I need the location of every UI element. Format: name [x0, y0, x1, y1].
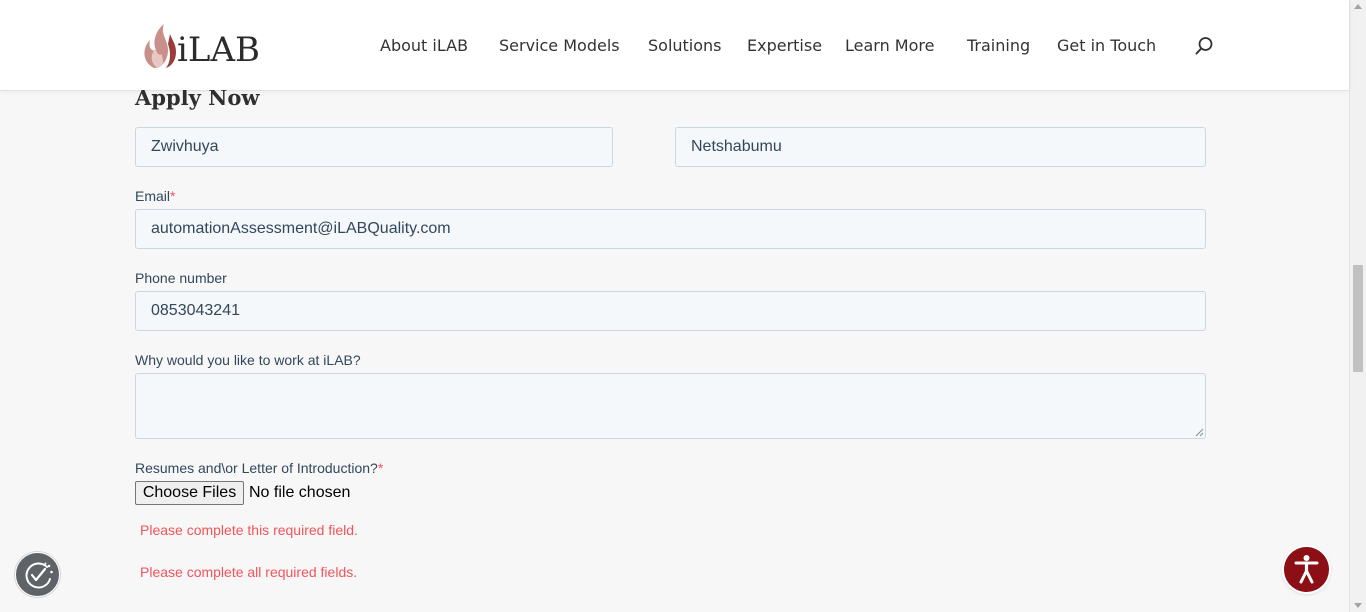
ilab-logo[interactable]: iLAB	[140, 20, 260, 70]
form-error-message: Please complete all required fields.	[140, 564, 358, 580]
resize-grip-icon[interactable]	[1195, 428, 1204, 437]
why-label: Why would you like to work at iLAB?	[135, 352, 361, 368]
site-header: iLAB About iLAB Service Models Solutions…	[0, 0, 1349, 90]
required-mark: *	[170, 188, 176, 204]
scroll-up-icon[interactable]	[1354, 4, 1362, 9]
email-field[interactable]: automationAssessment@iLABQuality.com	[135, 209, 1206, 249]
required-mark: *	[377, 460, 384, 476]
scrollbar-thumb[interactable]	[1353, 265, 1363, 372]
nav-expertise[interactable]: Expertise	[747, 35, 822, 57]
cookie-consent-icon	[25, 562, 53, 589]
nav-get-in-touch[interactable]: Get in Touch	[1057, 35, 1156, 57]
phone-field[interactable]: 0853043241	[135, 291, 1206, 331]
why-textarea[interactable]	[135, 373, 1206, 439]
nav-solutions[interactable]: Solutions	[648, 35, 722, 57]
last-name-field[interactable]: Netshabumu	[675, 127, 1206, 167]
flame-logo-icon	[144, 24, 176, 68]
choose-files-button[interactable]: Choose Files	[135, 481, 244, 505]
first-name-field[interactable]: Zwivhuya	[135, 127, 613, 167]
search-icon[interactable]	[1193, 35, 1215, 57]
cookie-consent-button[interactable]	[15, 552, 60, 597]
nav-service-models[interactable]: Service Models	[499, 35, 620, 57]
email-label: Email*	[135, 188, 176, 204]
field-error-message: Please complete this required field.	[140, 522, 358, 538]
page-scrollbar[interactable]	[1349, 0, 1366, 612]
resume-label: Resumes and\or Letter of Introduction?*	[135, 460, 384, 476]
accessibility-button[interactable]	[1284, 547, 1329, 592]
phone-label: Phone number	[135, 270, 227, 286]
accessibility-icon	[1294, 555, 1319, 584]
file-status-text: No file chosen	[249, 484, 351, 501]
nav-about[interactable]: About iLAB	[380, 35, 468, 57]
nav-learn-more[interactable]: Learn More	[845, 35, 934, 57]
scroll-down-icon[interactable]	[1354, 603, 1362, 608]
nav-training[interactable]: Training	[967, 35, 1030, 57]
logo-text: iLAB	[177, 30, 260, 70]
